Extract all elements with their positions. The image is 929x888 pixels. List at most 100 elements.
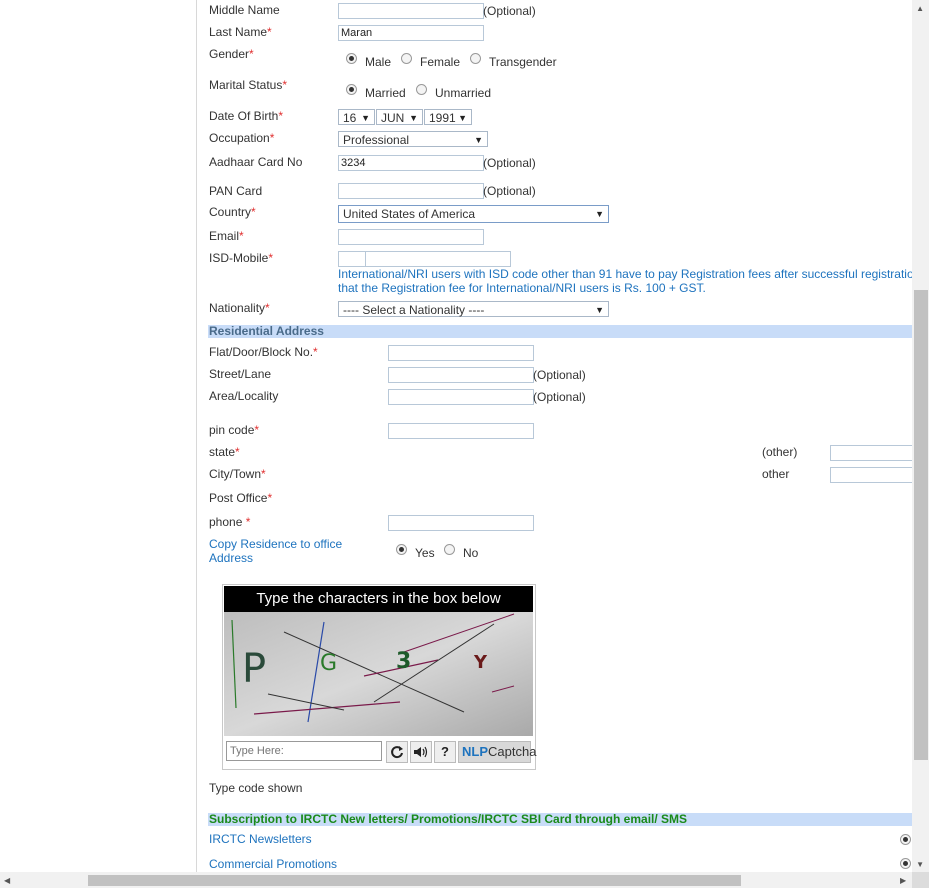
nationality-label: Nationality* xyxy=(209,301,270,315)
copy-no-label: No xyxy=(463,546,479,560)
country-select[interactable]: United States of America ▼ xyxy=(338,205,609,223)
copy-residence-line2: Address xyxy=(209,551,254,565)
copy-residence-link[interactable]: Copy Residence to office Address xyxy=(209,537,342,565)
city-label: City/Town* xyxy=(209,467,266,481)
chevron-down-icon: ▼ xyxy=(595,209,604,219)
city-other-input[interactable] xyxy=(830,467,915,483)
horizontal-scroll-thumb[interactable] xyxy=(88,875,741,886)
scroll-corner xyxy=(912,872,929,888)
pan-optional: (Optional) xyxy=(483,184,536,198)
street-label: Street/Lane xyxy=(209,367,272,381)
area-input[interactable] xyxy=(388,389,534,405)
dob-label: Date Of Birth* xyxy=(209,109,284,123)
newsletters-radio[interactable] xyxy=(900,834,911,845)
vertical-scroll-thumb[interactable] xyxy=(914,290,928,760)
help-icon[interactable]: ? xyxy=(434,741,456,763)
captcha-char-4: Y xyxy=(473,652,488,673)
copy-yes-radio[interactable] xyxy=(396,544,407,555)
state-label: state* xyxy=(209,445,240,459)
city-other-label: other xyxy=(762,467,790,481)
last-name-label: Last Name* xyxy=(209,25,272,39)
scroll-left-icon[interactable]: ◀ xyxy=(4,876,10,885)
aadhaar-optional: (Optional) xyxy=(483,156,536,170)
aadhaar-label: Aadhaar Card No xyxy=(209,155,303,169)
chevron-down-icon: ▼ xyxy=(595,305,604,315)
state-other-label: (other) xyxy=(762,445,798,459)
gender-female-radio[interactable] xyxy=(401,53,412,64)
dob-month-select[interactable]: JUN ▼ xyxy=(376,109,423,125)
street-optional: (Optional) xyxy=(533,368,586,382)
chevron-down-icon: ▼ xyxy=(361,113,370,123)
middle-name-input[interactable] xyxy=(338,3,484,19)
country-label: Country* xyxy=(209,205,256,219)
nlpcaptcha-logo: NLPCaptcha xyxy=(458,741,536,763)
captcha-image: P G 3 Y xyxy=(224,612,533,736)
middle-name-label: Middle Name xyxy=(209,3,280,17)
captcha-char-2: G xyxy=(320,651,337,676)
gender-transgender-radio[interactable] xyxy=(470,53,481,64)
scroll-right-icon[interactable]: ▶ xyxy=(900,876,906,885)
phone-input[interactable] xyxy=(388,515,534,531)
flat-label: Flat/Door/Block No.* xyxy=(209,345,318,359)
gender-male-label: Male xyxy=(365,55,392,69)
captcha-caption: Type code shown xyxy=(209,781,303,795)
isd-code-input[interactable] xyxy=(338,251,366,267)
captcha-input[interactable] xyxy=(226,741,382,761)
speaker-icon-glyph xyxy=(414,746,428,758)
mobile-input[interactable] xyxy=(365,251,511,267)
pan-label: PAN Card xyxy=(209,184,263,198)
post-office-label: Post Office* xyxy=(209,491,273,505)
email-label: Email* xyxy=(209,229,244,243)
marital-status-label: Marital Status* xyxy=(209,78,288,92)
marital-married-radio[interactable] xyxy=(346,84,357,95)
chevron-down-icon: ▼ xyxy=(458,113,467,123)
phone-label: phone * xyxy=(209,515,251,529)
last-name-input[interactable]: Maran xyxy=(338,25,484,41)
speaker-icon[interactable] xyxy=(410,741,432,763)
street-input[interactable] xyxy=(388,367,534,383)
nationality-select[interactable]: ---- Select a Nationality ---- ▼ xyxy=(338,301,609,317)
aadhaar-input[interactable]: 3234 xyxy=(338,155,484,171)
refresh-icon-glyph xyxy=(391,746,403,759)
captcha-char-3: 3 xyxy=(396,649,411,674)
marital-married-label: Married xyxy=(365,86,406,100)
marital-unmarried-radio[interactable] xyxy=(416,84,427,95)
captcha-header: Type the characters in the box below xyxy=(224,586,533,612)
area-label: Area/Locality xyxy=(209,389,279,403)
pin-label: pin code* xyxy=(209,423,260,437)
gender-label: Gender* xyxy=(209,47,254,61)
gender-male-radio[interactable] xyxy=(346,53,357,64)
marital-unmarried-label: Unmarried xyxy=(435,86,492,100)
copy-residence-line1: Copy Residence to office xyxy=(209,537,343,551)
chevron-down-icon: ▼ xyxy=(409,113,418,123)
gender-transgender-label: Transgender xyxy=(489,55,557,69)
irctc-newsletters-label: IRCTC Newsletters xyxy=(209,832,312,846)
scroll-up-icon[interactable]: ▲ xyxy=(916,4,924,13)
dob-day-select[interactable]: 16 ▼ xyxy=(338,109,375,125)
state-other-input[interactable] xyxy=(830,445,915,461)
left-panel xyxy=(0,0,197,872)
occupation-label: Occupation* xyxy=(209,131,275,145)
pin-input[interactable] xyxy=(388,423,534,439)
isd-note-line1: International/NRI users with ISD code ot… xyxy=(338,267,912,281)
dob-year-select[interactable]: 1991 ▼ xyxy=(424,109,472,125)
chevron-down-icon: ▼ xyxy=(474,135,483,145)
copy-no-radio[interactable] xyxy=(444,544,455,555)
promotions-radio[interactable] xyxy=(900,858,911,869)
middle-name-optional: (Optional) xyxy=(483,4,536,18)
email-input[interactable] xyxy=(338,229,484,245)
refresh-icon[interactable] xyxy=(386,741,408,763)
commercial-promotions-label: Commercial Promotions xyxy=(209,857,338,871)
isd-note-line2: that the Registration fee for Internatio… xyxy=(338,281,706,295)
residential-address-header: Residential Address xyxy=(208,325,913,338)
pan-input[interactable] xyxy=(338,183,484,199)
isd-mobile-label: ISD-Mobile* xyxy=(209,251,274,265)
copy-yes-label: Yes xyxy=(415,546,435,560)
scroll-down-icon[interactable]: ▼ xyxy=(916,860,924,869)
occupation-select[interactable]: Professional ▼ xyxy=(338,131,488,147)
flat-input[interactable] xyxy=(388,345,534,361)
gender-female-label: Female xyxy=(420,55,461,69)
captcha-char-1: P xyxy=(242,646,266,692)
area-optional: (Optional) xyxy=(533,390,586,404)
subscription-header: Subscription to IRCTC New letters/ Promo… xyxy=(208,813,913,826)
